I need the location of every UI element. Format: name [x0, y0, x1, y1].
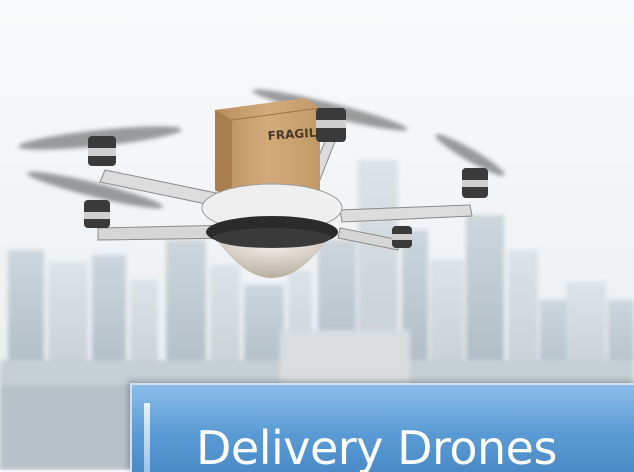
caption-accent-bar [144, 403, 150, 472]
caption-title: Delivery Drones [196, 421, 557, 472]
caption-box: Delivery Drones [130, 383, 634, 472]
